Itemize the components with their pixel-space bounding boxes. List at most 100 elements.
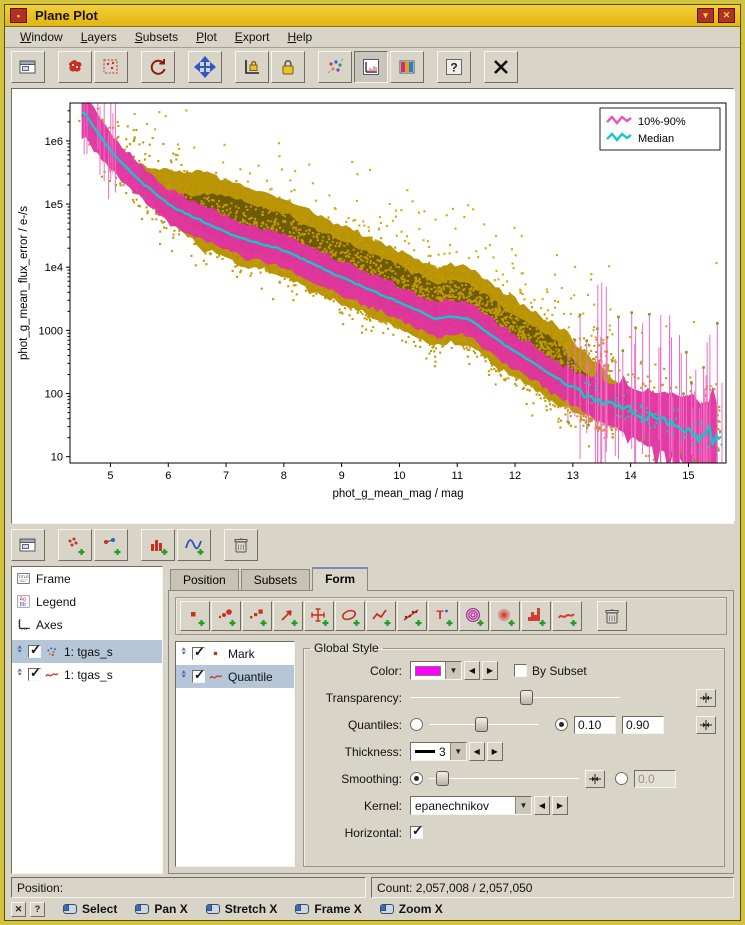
menu-item-help[interactable]: Help — [279, 28, 322, 46]
reorder-handle-icon[interactable] — [179, 645, 192, 663]
resize-plot-button[interactable] — [188, 51, 222, 83]
remove-layer-button[interactable] — [224, 529, 258, 561]
menu-item-plot[interactable]: Plot — [187, 28, 226, 46]
quantiles-slider[interactable] — [429, 716, 539, 733]
control-item-frame[interactable]: TITLEFrame — [12, 567, 162, 590]
aspect-lock-button[interactable] — [271, 51, 305, 83]
sketch-points-button[interactable] — [318, 51, 352, 83]
add-quantile-form-button[interactable] — [552, 601, 582, 631]
add-position-layer-button[interactable] — [58, 529, 92, 561]
plot-canvas[interactable]: 567891011121314151e61e51e4100010010phot_… — [14, 91, 731, 521]
show-progress-button[interactable] — [354, 51, 388, 83]
add-pair-layer-icon — [100, 534, 122, 556]
remove-form-icon — [601, 605, 623, 627]
form-type-icon — [208, 646, 224, 662]
smoothing-slider-radio[interactable] — [410, 772, 423, 785]
close-window-button[interactable] — [484, 51, 518, 83]
add-sizexy-form-button[interactable] — [242, 601, 272, 631]
thickness-next-button[interactable]: ▶ — [487, 742, 503, 761]
menu-item-window[interactable]: Window — [11, 28, 72, 46]
control-item-legend[interactable]: AgBbLegend — [12, 590, 162, 613]
horizontal-checkbox[interactable] — [410, 826, 423, 839]
window-menu-button[interactable]: ▪ — [10, 8, 27, 23]
control-item-axes[interactable]: Axes — [12, 613, 162, 636]
export-plot-button[interactable] — [11, 529, 45, 561]
export-window-button[interactable] — [11, 51, 45, 83]
kernel-next-button[interactable]: ▶ — [552, 796, 568, 815]
form-visible-checkbox[interactable] — [192, 647, 205, 660]
smoothing-field-radio[interactable] — [615, 772, 628, 785]
form-item-mark[interactable]: Mark — [176, 642, 294, 665]
thickness-label: Thickness: — [306, 745, 402, 759]
reorder-handle-icon[interactable] — [179, 668, 192, 686]
color-next-button[interactable]: ▶ — [482, 661, 498, 680]
layer-row-1[interactable]: 1: tgas_s — [12, 663, 162, 686]
layer-visible-checkbox[interactable] — [28, 668, 41, 681]
menu-item-layers[interactable]: Layers — [72, 28, 126, 46]
add-error-form-button[interactable] — [304, 601, 334, 631]
position-readout: Position: — [11, 877, 366, 898]
quantiles-slider-radio[interactable] — [410, 718, 423, 731]
add-label-form-icon: T — [432, 605, 454, 627]
quantile-high-field[interactable] — [622, 716, 664, 734]
kernel-combo[interactable]: epanechnikov ▼ — [410, 796, 532, 815]
add-linearfit-form-button[interactable] — [397, 601, 427, 631]
help-button[interactable]: ? — [437, 51, 471, 83]
color-prev-button[interactable]: ◀ — [464, 661, 480, 680]
color-combo[interactable]: ▼ — [410, 661, 462, 680]
minimize-button[interactable]: ▾ — [697, 8, 714, 23]
quantiles-fields-radio[interactable] — [555, 718, 568, 731]
transparency-slider[interactable] — [410, 689, 620, 706]
add-fill-form-button[interactable] — [490, 601, 520, 631]
menu-item-subsets[interactable]: Subsets — [126, 28, 187, 46]
point-subset-button[interactable] — [94, 51, 128, 83]
menu-item-export[interactable]: Export — [226, 28, 279, 46]
aux-shader-button[interactable] — [390, 51, 424, 83]
reorder-handle-icon[interactable] — [15, 666, 28, 684]
thickness-combo[interactable]: 3 ▼ — [410, 742, 467, 761]
add-sizexy-form-icon — [246, 605, 268, 627]
tab-subsets[interactable]: Subsets — [241, 569, 310, 590]
add-contour-form-button[interactable] — [459, 601, 489, 631]
thickness-prev-button[interactable]: ◀ — [469, 742, 485, 761]
transparency-adjust-button[interactable] — [696, 689, 716, 707]
add-histogram-layer-button[interactable] — [141, 529, 175, 561]
blob-subset-button[interactable] — [58, 51, 92, 83]
replot-icon — [147, 56, 169, 78]
reorder-handle-icon[interactable] — [15, 643, 28, 661]
smoothing-adjust-button[interactable] — [585, 770, 605, 788]
kernel-prev-button[interactable]: ◀ — [534, 796, 550, 815]
no-position-toggle[interactable]: ✕ — [11, 902, 26, 917]
by-subset-checkbox[interactable] — [514, 664, 527, 677]
quantiles-adjust-button[interactable] — [696, 716, 716, 734]
quantiles-slider-thumb[interactable] — [475, 717, 488, 732]
tab-position[interactable]: Position — [170, 569, 239, 590]
remove-form-button[interactable] — [597, 601, 627, 631]
axis-lock-button[interactable] — [235, 51, 269, 83]
add-pair-layer-button[interactable] — [94, 529, 128, 561]
add-size-form-button[interactable] — [211, 601, 241, 631]
transparency-slider-thumb[interactable] — [520, 690, 533, 705]
add-function-layer-button[interactable] — [177, 529, 211, 561]
form-visible-checkbox[interactable] — [192, 670, 205, 683]
quantile-low-field[interactable] — [574, 716, 616, 734]
layer-toolbar — [5, 526, 740, 564]
count-readout: Count: 2,057,008 / 2,057,050 — [371, 877, 734, 898]
close-button[interactable]: ✕ — [718, 8, 735, 23]
export-window-icon — [17, 56, 39, 78]
form-item-quantile[interactable]: Quantile — [176, 665, 294, 688]
smoothing-slider-thumb[interactable] — [436, 771, 449, 786]
layer-row-0[interactable]: 1: tgas_s — [12, 640, 162, 663]
add-histogram-form-button[interactable] — [521, 601, 551, 631]
tab-form[interactable]: Form — [312, 567, 368, 591]
layer-visible-checkbox[interactable] — [28, 645, 41, 658]
pointer-help-toggle[interactable]: ? — [30, 902, 45, 917]
add-mark-form-button[interactable] — [180, 601, 210, 631]
add-ellipse-form-button[interactable] — [335, 601, 365, 631]
kernel-value: epanechnikov — [411, 797, 515, 814]
smoothing-slider[interactable] — [429, 770, 579, 787]
add-label-form-button[interactable]: T — [428, 601, 458, 631]
add-line-form-button[interactable] — [366, 601, 396, 631]
replot-button[interactable] — [141, 51, 175, 83]
add-vector-form-button[interactable] — [273, 601, 303, 631]
